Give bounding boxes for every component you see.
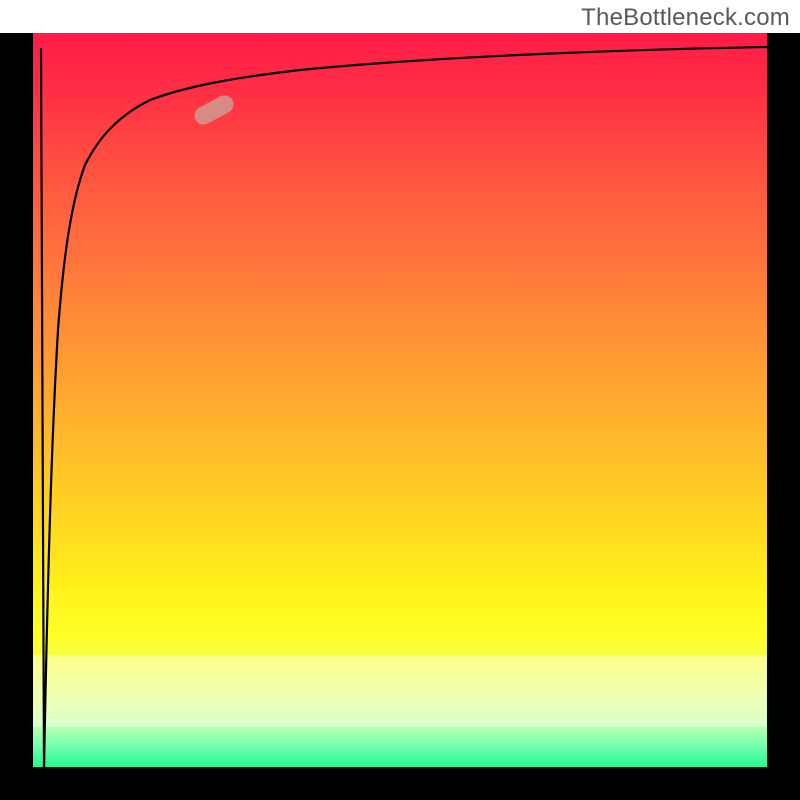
plot-white-band [33, 655, 767, 727]
axis-frame-right [767, 33, 800, 800]
attribution-label: TheBottleneck.com [581, 4, 790, 32]
axis-frame-left [0, 33, 33, 800]
axis-frame-bottom [0, 767, 800, 800]
chart-container: TheBottleneck.com [0, 0, 800, 800]
